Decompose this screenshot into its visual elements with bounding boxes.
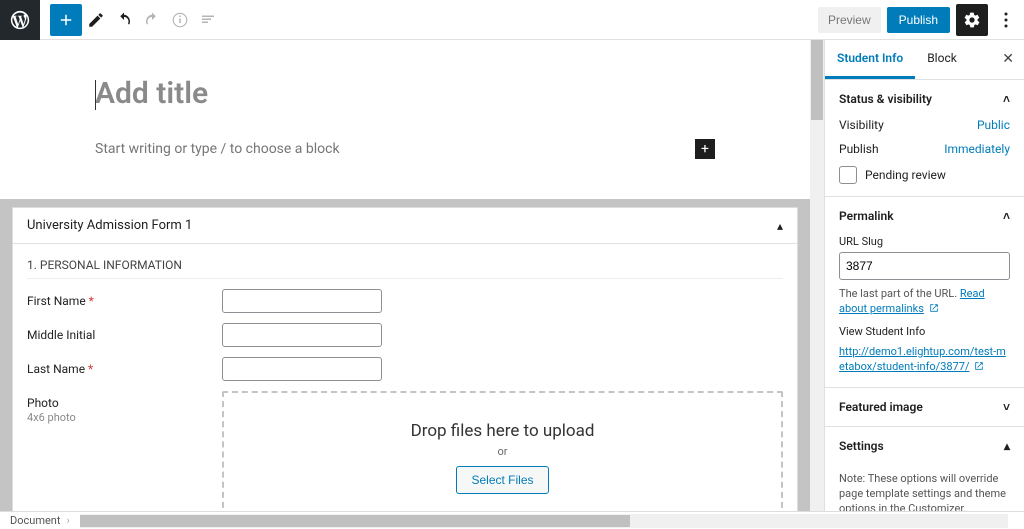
metabox-header[interactable]: University Admission Form 1 ▴ — [13, 208, 797, 244]
row-visibility: Visibility Public — [839, 118, 1010, 132]
add-block-button[interactable] — [50, 4, 82, 36]
horizontal-scrollbar[interactable] — [80, 514, 1008, 528]
panel-status: Status & visibility ˄ Visibility Public … — [825, 80, 1024, 197]
chevron-up-icon: ▴ — [1004, 439, 1010, 453]
workspace: Add title Start writing or type / to cho… — [0, 40, 1024, 529]
section-title: 1. PERSONAL INFORMATION — [27, 254, 783, 279]
slug-input[interactable] — [839, 252, 1010, 280]
input-last-name[interactable] — [222, 357, 382, 381]
edit-tool-icon[interactable] — [82, 0, 110, 40]
chevron-up-icon: ˄ — [1003, 209, 1010, 223]
label-last-name: Last Name * — [27, 357, 222, 381]
external-link-icon — [929, 303, 939, 313]
panel-featured: Featured image ˅ — [825, 388, 1024, 427]
sidebar: Student Info Block ✕ Status & visibility… — [824, 40, 1024, 529]
panel-permalink-head[interactable]: Permalink ˄ — [825, 197, 1024, 235]
outline-icon[interactable] — [194, 0, 222, 40]
label-middle-initial: Middle Initial — [27, 323, 222, 347]
external-link-icon — [974, 361, 984, 371]
panel-status-head[interactable]: Status & visibility ˄ — [825, 80, 1024, 118]
undo-icon[interactable] — [110, 0, 138, 40]
topbar: Preview Publish — [0, 0, 1024, 40]
title-placeholder: Add title — [95, 76, 208, 111]
chevron-down-icon: ˅ — [1003, 400, 1010, 414]
topbar-left — [0, 0, 222, 40]
tab-student-info[interactable]: Student Info — [825, 40, 915, 79]
redo-icon[interactable] — [138, 0, 166, 40]
label-photo: Photo 4x6 photo — [27, 391, 222, 518]
bottom-bar: Document › — [0, 511, 1024, 529]
breadcrumb-document[interactable]: Document — [10, 514, 60, 527]
title-input[interactable]: Add title — [95, 76, 715, 111]
info-icon[interactable] — [166, 0, 194, 40]
select-files-button[interactable]: Select Files — [456, 466, 548, 494]
metabox: University Admission Form 1 ▴ 1. PERSONA… — [12, 207, 798, 529]
field-middle-initial: Middle Initial — [27, 323, 783, 347]
metabox-title: University Admission Form 1 — [27, 218, 192, 233]
topbar-right: Preview Publish — [818, 4, 1018, 36]
tab-block[interactable]: Block — [915, 40, 969, 79]
field-first-name: First Name * — [27, 289, 783, 313]
publish-label: Publish — [839, 142, 879, 156]
panel-settings-head[interactable]: Settings ▴ — [825, 427, 1024, 465]
metabox-body: 1. PERSONAL INFORMATION First Name * Mid… — [13, 244, 797, 529]
label-first-name: First Name * — [27, 289, 222, 313]
visibility-value[interactable]: Public — [977, 118, 1010, 132]
chevron-up-icon: ˄ — [1003, 92, 1010, 106]
tabs: Student Info Block ✕ — [825, 40, 1024, 80]
body-block[interactable]: Start writing or type / to choose a bloc… — [95, 139, 715, 159]
upload-or: or — [234, 445, 771, 458]
wp-logo[interactable] — [0, 0, 40, 40]
body-placeholder: Start writing or type / to choose a bloc… — [95, 141, 340, 157]
editor-scrollbar-thumb[interactable] — [811, 40, 823, 120]
editor-scrollbar[interactable] — [810, 40, 824, 529]
input-first-name[interactable] — [222, 289, 382, 313]
view-student-row: http://demo1.elightup.com/test-metabox/s… — [839, 344, 1010, 375]
chevron-up-icon: ▴ — [777, 219, 783, 233]
publish-value[interactable]: Immediately — [944, 142, 1010, 156]
row-publish: Publish Immediately — [839, 142, 1010, 156]
view-student-label: View Student Info — [839, 325, 1010, 338]
field-photo: Photo 4x6 photo Drop files here to uploa… — [27, 391, 783, 518]
editor: Add title Start writing or type / to cho… — [0, 40, 824, 529]
preview-button[interactable]: Preview — [818, 7, 881, 33]
input-middle-initial[interactable] — [222, 323, 382, 347]
slug-label: URL Slug — [839, 235, 1010, 248]
pending-checkbox[interactable] — [839, 166, 857, 184]
visibility-label: Visibility — [839, 118, 884, 132]
panel-permalink: Permalink ˄ URL Slug The last part of th… — [825, 197, 1024, 388]
horizontal-scrollbar-thumb[interactable] — [80, 515, 630, 527]
settings-gear-icon[interactable] — [956, 4, 988, 36]
caret-icon — [95, 80, 96, 110]
metabox-wrap: University Admission Form 1 ▴ 1. PERSONA… — [0, 199, 810, 529]
insert-block-icon[interactable]: + — [695, 139, 715, 159]
pending-review-row[interactable]: Pending review — [839, 166, 1010, 184]
panel-featured-head[interactable]: Featured image ˅ — [825, 388, 1024, 426]
kebab-menu-icon[interactable] — [994, 4, 1018, 36]
slug-hint: The last part of the URL. Read about per… — [839, 286, 1010, 317]
close-icon[interactable]: ✕ — [992, 40, 1024, 79]
field-last-name: Last Name * — [27, 357, 783, 381]
pending-label: Pending review — [865, 168, 946, 182]
upload-title: Drop files here to upload — [234, 421, 771, 441]
publish-button[interactable]: Publish — [887, 7, 950, 33]
upload-area[interactable]: Drop files here to upload or Select File… — [222, 391, 783, 518]
